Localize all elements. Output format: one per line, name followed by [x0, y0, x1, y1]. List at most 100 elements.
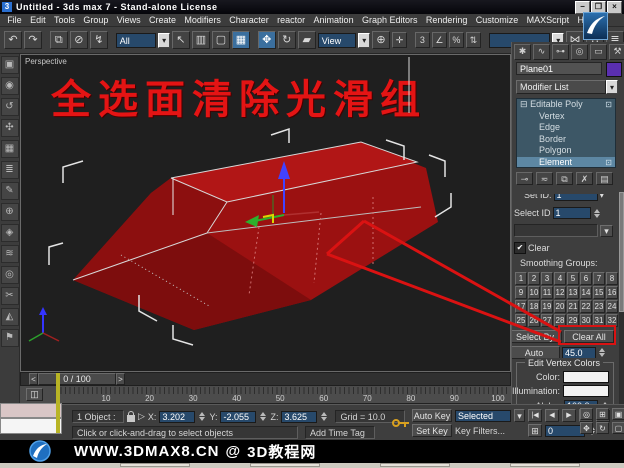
auto-key-button[interactable]: Auto Key	[412, 409, 452, 422]
y-coordinate-field[interactable]: -2.055	[220, 410, 257, 423]
stack-item-edge[interactable]: Edge	[517, 122, 615, 134]
smoothing-group-button[interactable]: 21	[567, 300, 579, 313]
add-time-tag[interactable]: Add Time Tag	[305, 426, 375, 439]
smoothing-group-button[interactable]: 2	[528, 272, 540, 285]
mini-curve-editor-icon[interactable]: ◫	[26, 388, 43, 401]
playback-button[interactable]: ▶	[562, 409, 576, 422]
stack-tool-icon[interactable]: ▤	[596, 172, 613, 185]
smoothing-group-button[interactable]: 30	[580, 314, 592, 327]
time-slider-track[interactable]: < 0 / 100 >	[20, 372, 511, 386]
smoothing-group-button[interactable]: 12	[554, 286, 566, 299]
stack-tool-icon[interactable]: ⊸	[516, 172, 533, 185]
current-frame-field[interactable]: 0	[545, 424, 585, 437]
smoothing-group-button[interactable]: 6	[580, 272, 592, 285]
smoothing-group-button[interactable]: 32	[606, 314, 618, 327]
time-slider-indicator[interactable]	[56, 373, 60, 433]
move-icon[interactable]: ✥	[257, 31, 276, 49]
smoothing-group-button[interactable]: 14	[580, 286, 592, 299]
smoothing-group-button[interactable]: 4	[554, 272, 566, 285]
expand-icon[interactable]: ⊟	[520, 99, 528, 109]
clear-all-button[interactable]: Clear All	[564, 330, 614, 343]
reactor-tool-icon[interactable]: ⊕	[0, 203, 19, 221]
nav-icon[interactable]: ◎	[580, 408, 593, 420]
reactor-tool-icon[interactable]: ⚑	[0, 329, 19, 347]
command-tab-icon[interactable]: ⚒	[609, 44, 624, 60]
smoothing-group-button[interactable]: 24	[606, 300, 618, 313]
auto-smooth-field[interactable]: 45.0	[562, 346, 596, 359]
modifier-list-arrow[interactable]: ▾	[606, 80, 618, 94]
z-coordinate-field[interactable]: 3.625	[281, 410, 318, 423]
unlink-icon[interactable]: ⊘	[69, 31, 88, 49]
select-by-name-icon[interactable]: ▥	[191, 31, 210, 49]
key-filters-button[interactable]: Key Filters...	[455, 426, 505, 436]
illumination-swatch[interactable]	[563, 385, 609, 397]
smoothing-group-button[interactable]: 25	[515, 314, 527, 327]
smoothing-group-button[interactable]: 28	[554, 314, 566, 327]
menu-item[interactable]: Modifiers	[180, 15, 225, 25]
command-tab-icon[interactable]: ∿	[533, 44, 550, 60]
combo-arrow[interactable]: ▾	[600, 224, 613, 237]
menu-item[interactable]: Animation	[309, 15, 357, 25]
object-color-swatch[interactable]	[606, 62, 622, 77]
smoothing-group-button[interactable]: 3	[541, 272, 553, 285]
menu-item[interactable]: Tools	[50, 15, 79, 25]
window-crossing-icon[interactable]: ▦	[231, 31, 250, 49]
percent-snap-icon[interactable]: %	[448, 32, 464, 48]
smoothing-group-button[interactable]: 18	[528, 300, 540, 313]
use-center-icon[interactable]: ⊕	[372, 31, 391, 49]
menu-item[interactable]: Edit	[26, 15, 50, 25]
object-name-field[interactable]: Plane01	[516, 62, 602, 75]
smoothing-group-button[interactable]: 29	[567, 314, 579, 327]
smoothing-group-button[interactable]: 31	[593, 314, 605, 327]
close-button[interactable]: ×	[607, 0, 622, 14]
smoothing-group-button[interactable]: 17	[515, 300, 527, 313]
auto-smooth-spinner[interactable]	[598, 347, 606, 359]
angle-snap-icon[interactable]: ∠	[431, 32, 447, 48]
reactor-tool-icon[interactable]: ✂	[0, 287, 19, 305]
set-key-icon[interactable]	[392, 417, 410, 429]
menu-item[interactable]: File	[3, 15, 26, 25]
stack-tool-icon[interactable]: ✗	[576, 172, 593, 185]
reactor-tool-icon[interactable]: ▣	[0, 56, 19, 74]
smoothing-group-button[interactable]: 5	[567, 272, 579, 285]
menu-item[interactable]: Character	[225, 15, 273, 25]
smoothing-group-button[interactable]: 16	[606, 286, 618, 299]
bind-spacewarp-icon[interactable]: ↯	[89, 31, 108, 49]
set-id-field[interactable]: 1	[553, 194, 598, 201]
smoothing-group-button[interactable]: 13	[567, 286, 579, 299]
reactor-tool-icon[interactable]: ◉	[0, 77, 19, 95]
set-id-arrow[interactable]: ▾	[600, 194, 605, 201]
smoothing-group-button[interactable]: 22	[580, 300, 592, 313]
stack-item-editable-poly[interactable]: ⊟ Editable Poly ⊡	[517, 99, 615, 111]
modifier-list-dropdown[interactable]: Modifier List	[516, 80, 606, 94]
smoothing-group-button[interactable]: 26	[528, 314, 540, 327]
menu-item[interactable]: Create	[145, 15, 180, 25]
smoothing-group-button[interactable]: 8	[606, 272, 618, 285]
menu-item[interactable]: reactor	[273, 15, 309, 25]
smoothing-group-button[interactable]: 1	[515, 272, 527, 285]
reactor-tool-icon[interactable]: ◭	[0, 308, 19, 326]
smoothing-group-button[interactable]: 15	[593, 286, 605, 299]
manipulate-icon[interactable]: ✛	[392, 32, 408, 48]
undo-icon[interactable]: ↶	[4, 31, 22, 49]
playback-button[interactable]: |◀	[528, 409, 542, 422]
z-spinner[interactable]	[320, 411, 328, 423]
smoothing-group-button[interactable]: 27	[541, 314, 553, 327]
reactor-tool-icon[interactable]: ◈	[0, 224, 19, 242]
material-id-combo[interactable]	[514, 224, 598, 237]
nav-icon[interactable]: ▣	[612, 408, 624, 420]
stack-item-vertex[interactable]: Vertex	[517, 111, 615, 123]
prev-frame-arrow[interactable]: <	[29, 373, 38, 385]
snap-3d-icon[interactable]: 3	[414, 32, 430, 48]
nav-icon[interactable]: ⊞	[596, 408, 609, 420]
command-tab-icon[interactable]: ▭	[590, 44, 607, 60]
set-key-button[interactable]: Set Key	[412, 424, 452, 437]
maxscript-listener-white[interactable]	[0, 418, 62, 434]
link-icon[interactable]: ⧉	[49, 31, 68, 49]
panel-scrollbar[interactable]	[619, 192, 624, 408]
maxscript-listener-pink[interactable]	[0, 403, 62, 418]
reactor-tool-icon[interactable]: ≋	[0, 245, 19, 263]
selection-filter-arrow[interactable]: ▾	[158, 32, 170, 48]
clear-selection-checkbox[interactable]: ✔	[514, 242, 526, 254]
stack-tool-icon[interactable]: ≂	[536, 172, 553, 185]
